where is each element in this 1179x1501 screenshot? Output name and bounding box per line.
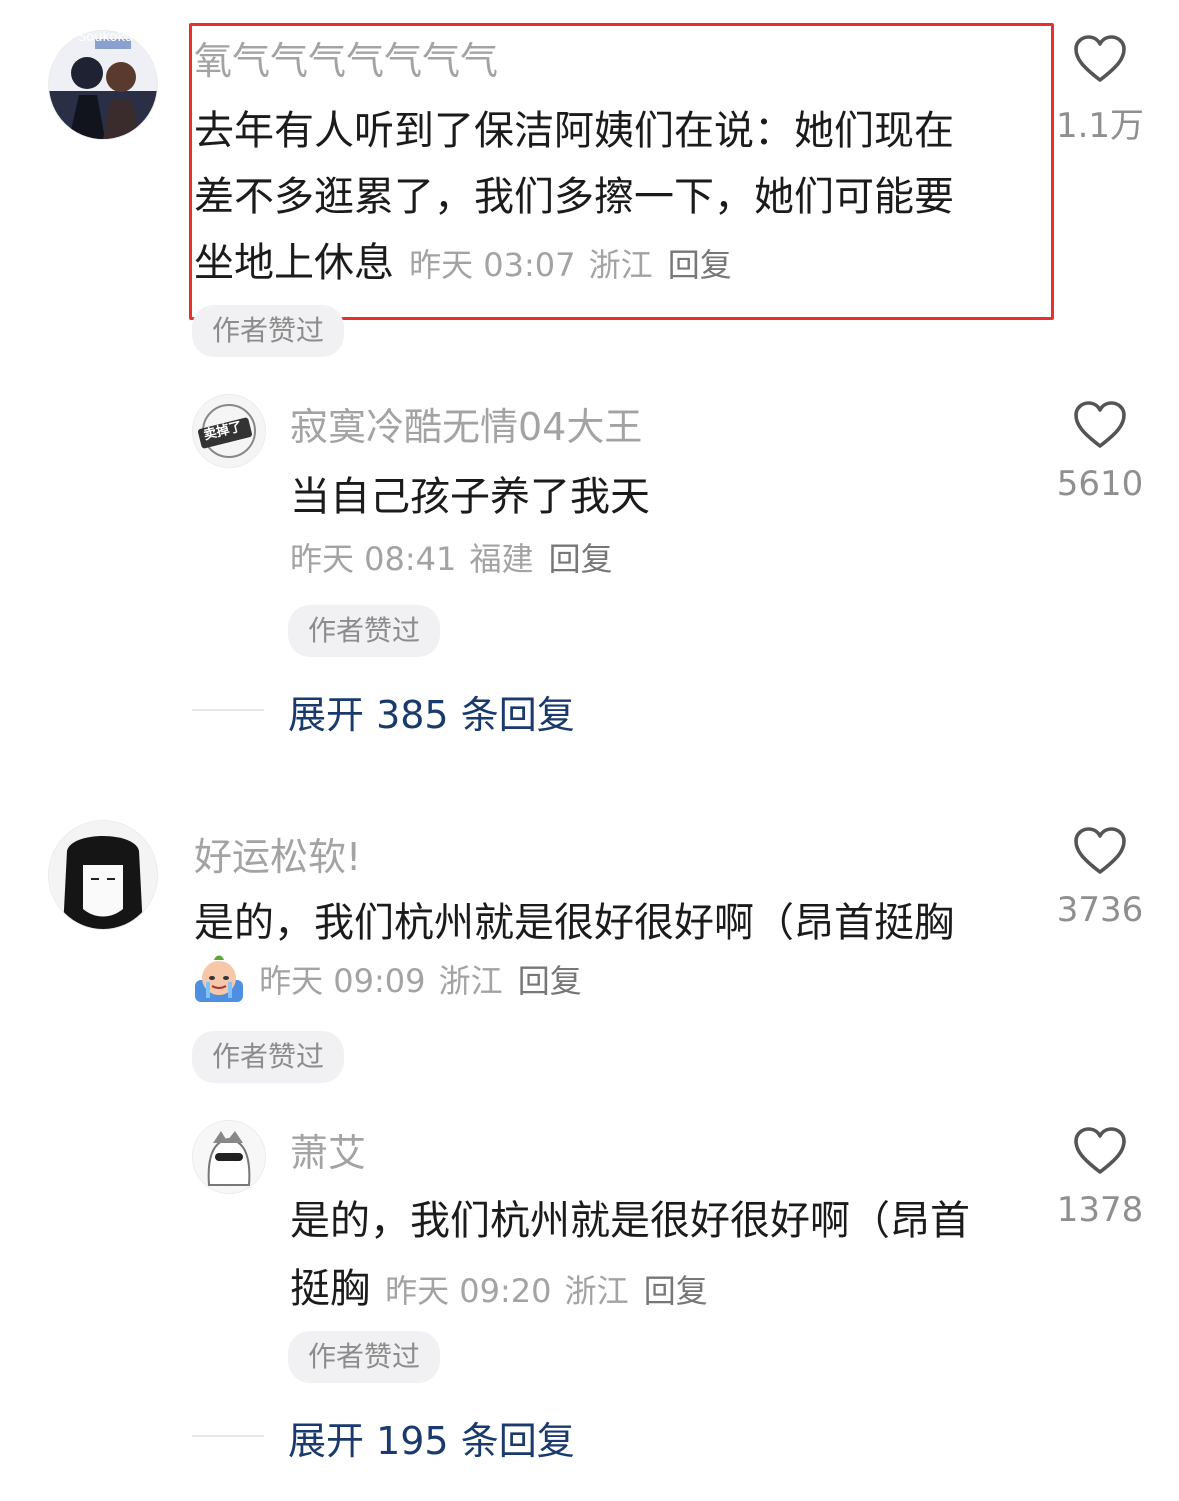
comment-line-1: 是的，我们杭州就是很好很好啊（昂首挺胸 (194, 900, 954, 946)
avatar[interactable] (48, 820, 158, 930)
username[interactable]: 好运松软! (194, 826, 361, 881)
reply-button[interactable]: 回复 (518, 962, 582, 1000)
like-count: 5610 (1056, 464, 1144, 504)
comment-line-3: 坐地上休息 (194, 240, 394, 286)
author-liked-badge: 作者赞过 (288, 605, 441, 657)
like-count: 1378 (1056, 1190, 1144, 1230)
comment-time: 昨天 03:07 (409, 246, 576, 284)
heart-icon[interactable] (1073, 826, 1127, 876)
author-liked-badge: 作者赞过 (192, 1031, 345, 1083)
expand-replies-button[interactable]: 展开 195 条回复 (288, 1410, 575, 1465)
comment-line-3-row: 坐地上休息 昨天 03:07 浙江 回复 (194, 230, 732, 288)
heart-icon[interactable] (1073, 400, 1127, 450)
comment-line-2: 差不多逛累了，我们多擦一下，她们可能要 (194, 174, 954, 220)
author-liked-badge: 作者赞过 (192, 305, 345, 357)
reply-button[interactable]: 回复 (549, 540, 613, 578)
reply-button[interactable]: 回复 (668, 246, 732, 284)
reply-line-2: 挺胸 (290, 1266, 370, 1312)
comment-meta-row: 昨天 09:09 浙江 回复 (192, 952, 582, 1006)
comment-line-1: 去年有人听到了保洁阿姨们在说：她们现在 (194, 108, 954, 154)
reply-username[interactable]: 寂寞冷酷无情04大王 (290, 396, 642, 451)
avatar[interactable] (192, 1120, 266, 1194)
reply-time: 昨天 09:20 (385, 1272, 552, 1310)
avatar-caption: Soukoku (78, 30, 133, 45)
like-group[interactable]: 1.1万 (1050, 34, 1150, 147)
username[interactable]: 氧气气气气气气气 (194, 30, 498, 85)
reply-line-1: 是的，我们杭州就是很好很好啊（昂首 (290, 1198, 970, 1244)
avatar-manga-girl-icon (49, 821, 157, 929)
expand-divider (192, 1435, 264, 1437)
expand-replies-button[interactable]: 展开 385 条回复 (288, 684, 575, 739)
reply-time: 昨天 08:41 (290, 540, 457, 578)
author-liked-badge: 作者赞过 (288, 1331, 441, 1383)
avatar-cartoon-cat-icon (193, 1121, 265, 1193)
avatar[interactable] (48, 30, 158, 140)
reply-line-1: 当自己孩子养了我天 (290, 474, 650, 520)
avatar-anime-duo-icon (49, 31, 157, 139)
comment-location: 浙江 (588, 246, 653, 284)
reply-meta-row: 昨天 08:41 福建 回复 (290, 534, 613, 580)
expand-divider (192, 709, 264, 711)
reply-username[interactable]: 萧艾 (290, 1122, 366, 1177)
heart-icon[interactable] (1073, 34, 1127, 84)
like-group[interactable]: 3736 (1050, 826, 1150, 930)
like-count: 3736 (1056, 890, 1144, 930)
reply-button[interactable]: 回复 (644, 1272, 708, 1310)
comment-time: 昨天 09:09 (259, 962, 426, 1000)
reply-location: 福建 (469, 540, 534, 578)
like-count: 1.1万 (1055, 106, 1145, 146)
like-group[interactable]: 5610 (1050, 400, 1150, 504)
like-group[interactable]: 1378 (1050, 1126, 1150, 1230)
reply-location: 浙江 (564, 1272, 629, 1310)
comment-location: 浙江 (438, 962, 503, 1000)
crying-sticker-icon (195, 955, 243, 1002)
reply-line-2-row: 挺胸 昨天 09:20 浙江 回复 (290, 1256, 708, 1314)
heart-icon[interactable] (1073, 1126, 1127, 1176)
